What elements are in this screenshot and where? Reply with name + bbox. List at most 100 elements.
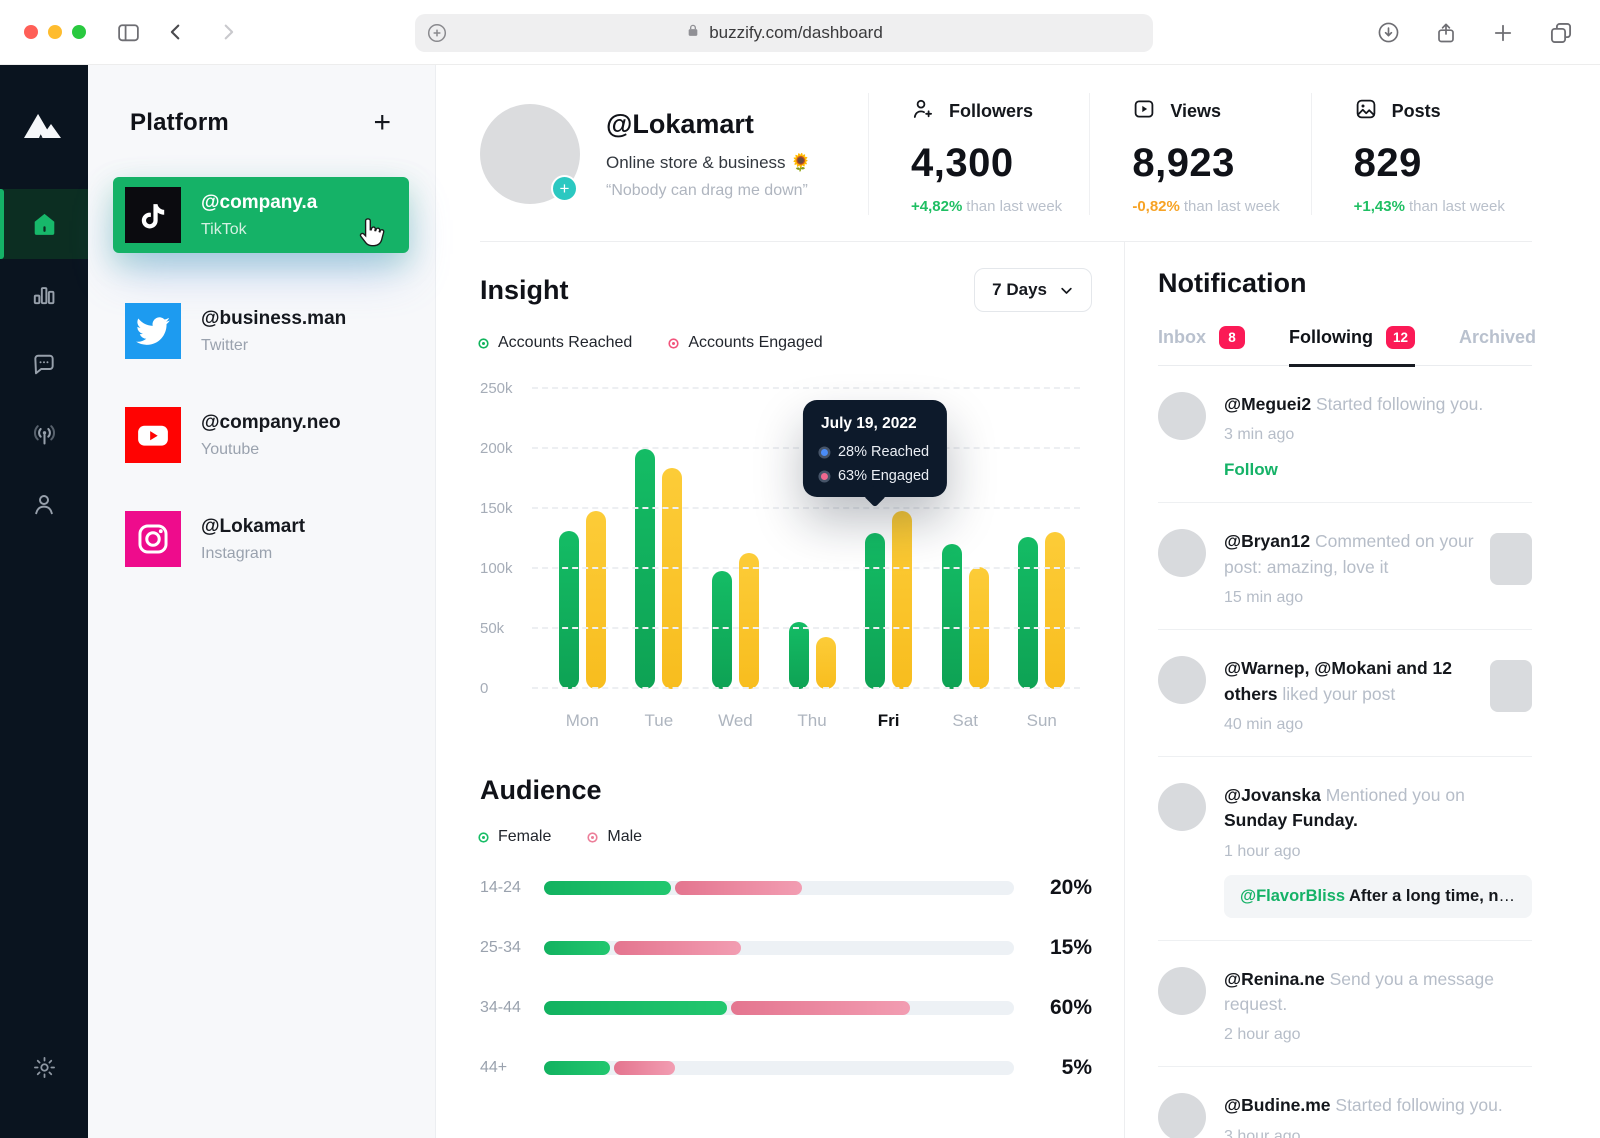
rail-item-profile[interactable] (0, 469, 88, 539)
notification-text: @Warnep, @Mokani and 12 others liked you… (1224, 656, 1478, 707)
y-tick-label: 50k (480, 620, 504, 637)
settings-gear-icon[interactable] (0, 1055, 88, 1080)
downloads-icon[interactable] (1376, 20, 1401, 45)
tab-overview-icon[interactable] (1548, 20, 1574, 46)
follow-button[interactable]: Follow (1224, 460, 1278, 480)
rail-item-messages[interactable] (0, 329, 88, 399)
add-story-button[interactable]: + (551, 175, 578, 202)
reached-bar[interactable] (712, 571, 732, 689)
engaged-bar[interactable] (739, 553, 759, 689)
notification-item[interactable]: @Jovanska Mentioned you on Sunday Funday… (1158, 757, 1532, 941)
x-tick-label: Tue (621, 711, 698, 731)
posts-delta: +1,43%than last week (1354, 198, 1532, 215)
profile-quote: “Nobody can drag me down” (606, 182, 868, 200)
address-bar[interactable]: buzzify.com/dashboard (415, 14, 1153, 52)
rail-item-broadcast[interactable] (0, 399, 88, 469)
cursor-pointer-icon (357, 217, 387, 254)
x-tick-label: Fri (850, 711, 927, 731)
notification-time: 3 min ago (1224, 426, 1532, 444)
home-icon (31, 211, 58, 238)
tab-inbox[interactable]: Inbox8 (1158, 326, 1245, 367)
x-tick-label: Mon (544, 711, 621, 731)
notification-item[interactable]: @Budine.me Started following you.3 hour … (1158, 1067, 1532, 1138)
tab-following[interactable]: Following12 (1289, 326, 1415, 367)
x-tick-label: Sun (1003, 711, 1080, 731)
tab-count-badge: 12 (1386, 326, 1415, 349)
insight-legend: Accounts ReachedAccounts Engaged (480, 334, 1092, 352)
page-settings-icon[interactable] (425, 21, 449, 45)
platform-item-tiktok[interactable]: @company.aTikTok (113, 177, 409, 253)
rail-item-home[interactable] (0, 189, 88, 259)
bar-group-tue[interactable] (621, 389, 698, 689)
male-segment (614, 941, 741, 955)
date-range-dropdown[interactable]: 7 Days (974, 268, 1092, 312)
reached-bar[interactable] (1018, 537, 1038, 689)
notification-item[interactable]: @Renina.ne Send you a message request.2 … (1158, 941, 1532, 1068)
audience-row: 44+5% (480, 1056, 1092, 1080)
app-logo (21, 99, 67, 161)
reached-bar[interactable] (865, 533, 885, 689)
reached-bar[interactable] (942, 544, 962, 689)
dashboard-main: + @Lokamart Online store & business 🌻 “N… (436, 65, 1600, 1138)
platform-handle: @company.a (201, 192, 317, 214)
instagram-icon (125, 511, 181, 567)
y-tick-label: 250k (480, 380, 513, 397)
legend-dot-icon (480, 340, 487, 347)
followers-delta: +4,82%than last week (911, 198, 1089, 215)
insight-chart: July 19, 2022 28% Reached 63% Engaged 05… (480, 376, 1092, 731)
minimize-window-button[interactable] (48, 25, 62, 39)
rail-item-analytics[interactable] (0, 259, 88, 329)
platform-item-instagram[interactable]: @LokamartInstagram (113, 501, 409, 577)
tiktok-icon (125, 187, 181, 243)
legend-item: Female (480, 828, 551, 846)
notification-time: 40 min ago (1224, 716, 1478, 734)
audience-bar (544, 941, 1014, 955)
reached-bar[interactable] (559, 531, 579, 689)
back-button[interactable] (165, 21, 187, 43)
tooltip-date: July 19, 2022 (821, 415, 929, 433)
sidebar-toggle-icon[interactable] (116, 20, 141, 45)
new-tab-icon[interactable] (1491, 21, 1515, 45)
y-tick-label: 150k (480, 500, 513, 517)
audience-bar (544, 1061, 1014, 1075)
notification-panel: Notification Inbox8Following12Archived @… (1124, 242, 1532, 1138)
audience-section: Audience FemaleMale 14-2420%25-3415%34-4… (480, 775, 1092, 1080)
notification-item[interactable]: @Bryan12 Commented on your post: amazing… (1158, 503, 1532, 630)
x-tick-label: Sat (927, 711, 1004, 731)
platform-item-youtube[interactable]: @company.neoYoutube (113, 397, 409, 473)
followers-icon (911, 97, 935, 126)
engaged-bar[interactable] (662, 468, 682, 689)
quoted-comment[interactable]: @FlavorBliss After a long time, now is t… (1224, 875, 1532, 918)
tab-archived[interactable]: Archived (1459, 326, 1536, 367)
add-platform-button[interactable]: + (373, 113, 391, 133)
notification-item[interactable]: @Meguei2 Started following you.3 min ago… (1158, 366, 1532, 503)
avatar (1158, 656, 1206, 704)
forward-button[interactable] (217, 21, 239, 43)
platform-item-twitter[interactable]: @business.man Twitter (113, 293, 409, 369)
notification-item[interactable]: @Warnep, @Mokani and 12 others liked you… (1158, 630, 1532, 757)
engaged-bar[interactable] (816, 637, 836, 689)
audience-title: Audience (480, 775, 602, 806)
engaged-bar[interactable] (1045, 532, 1065, 689)
notification-text: @Budine.me Started following you. (1224, 1093, 1532, 1118)
platform-network: Twitter (201, 337, 346, 355)
reached-bar[interactable] (789, 622, 809, 689)
stat-followers: Followers 4,300 +4,82%than last week (868, 93, 1089, 215)
engaged-dot-icon (821, 473, 828, 480)
reached-bar[interactable] (635, 449, 655, 689)
engaged-bar[interactable] (892, 511, 912, 689)
y-tick-label: 100k (480, 560, 513, 577)
close-window-button[interactable] (24, 25, 38, 39)
engaged-bar[interactable] (586, 511, 606, 689)
bar-chart-icon (31, 281, 57, 307)
platform-handle: @business.man (201, 308, 346, 330)
share-icon[interactable] (1434, 21, 1458, 45)
youtube-icon (125, 407, 181, 463)
platform-network: Instagram (201, 545, 305, 563)
posts-icon (1354, 97, 1378, 126)
bar-group-mon[interactable] (544, 389, 621, 689)
zoom-window-button[interactable] (72, 25, 86, 39)
bar-group-sun[interactable] (1003, 389, 1080, 689)
female-segment (544, 941, 610, 955)
bar-group-wed[interactable] (697, 389, 774, 689)
